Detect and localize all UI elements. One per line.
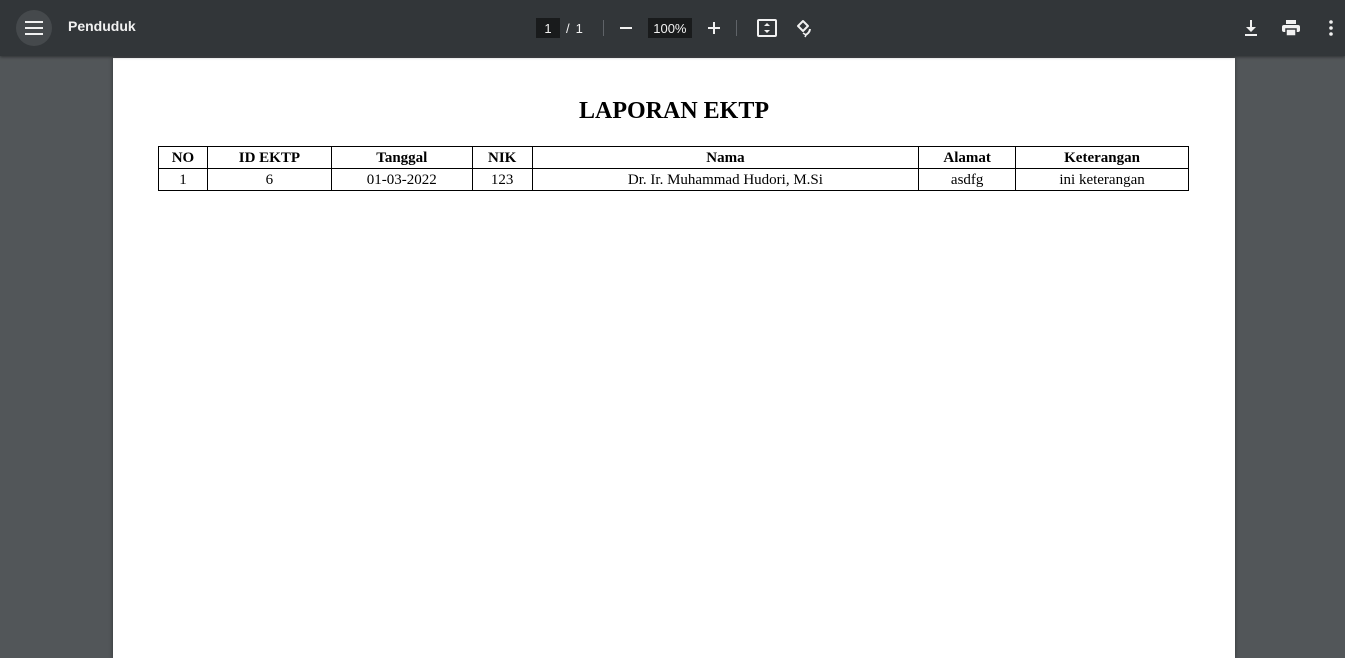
download-icon[interactable] bbox=[1237, 14, 1265, 42]
plus-icon[interactable] bbox=[700, 14, 728, 42]
print-icon[interactable] bbox=[1277, 14, 1305, 42]
page-separator: / bbox=[566, 20, 570, 36]
hamburger-menu-icon[interactable] bbox=[16, 10, 52, 46]
document-title: Penduduk bbox=[68, 18, 136, 34]
table-header-row: NO ID EKTP Tanggal NIK Nama Alamat Keter… bbox=[158, 146, 1189, 169]
report-table: NO ID EKTP Tanggal NIK Nama Alamat Keter… bbox=[158, 146, 1189, 191]
column-header-alamat: Alamat bbox=[918, 146, 1017, 169]
column-header-nik: NIK bbox=[471, 146, 533, 169]
cell-no: 1 bbox=[158, 168, 208, 191]
cell-keterangan: ini keterangan bbox=[1015, 168, 1189, 191]
zoom-input[interactable] bbox=[647, 18, 692, 38]
cell-nama: Dr. Ir. Muhammad Hudori, M.Si bbox=[531, 168, 920, 191]
report-title: LAPORAN EKTP bbox=[578, 98, 769, 124]
more-vertical-icon[interactable] bbox=[1317, 14, 1345, 42]
column-header-keterangan: Keterangan bbox=[1015, 146, 1189, 169]
table-row: 1 6 01-03-2022 123 Dr. Ir. Muhammad Hudo… bbox=[158, 168, 1189, 191]
toolbar-divider bbox=[735, 20, 737, 36]
pdf-page: LAPORAN EKTP NO ID EKTP Tanggal NIK Nama… bbox=[113, 58, 1235, 658]
cell-alamat: asdfg bbox=[918, 168, 1017, 191]
column-header-id-ektp: ID EKTP bbox=[206, 146, 332, 169]
page-total: 1 bbox=[575, 20, 583, 36]
cell-tanggal: 01-03-2022 bbox=[330, 168, 473, 191]
toolbar-actions bbox=[1237, 0, 1345, 56]
cell-id-ektp: 6 bbox=[206, 168, 332, 191]
column-header-no: NO bbox=[158, 146, 208, 169]
cell-nik: 123 bbox=[471, 168, 533, 191]
column-header-nama: Nama bbox=[531, 146, 920, 169]
minus-icon[interactable] bbox=[612, 14, 640, 42]
page-number-input[interactable] bbox=[536, 18, 560, 38]
pdf-toolbar: Penduduk / 1 bbox=[0, 0, 1345, 56]
rotate-counterclockwise-icon[interactable] bbox=[789, 14, 817, 42]
column-header-tanggal: Tanggal bbox=[330, 146, 473, 169]
toolbar-divider bbox=[602, 20, 604, 36]
fit-to-page-icon[interactable] bbox=[753, 14, 781, 42]
page-zoom-controls: / 1 bbox=[536, 0, 817, 56]
